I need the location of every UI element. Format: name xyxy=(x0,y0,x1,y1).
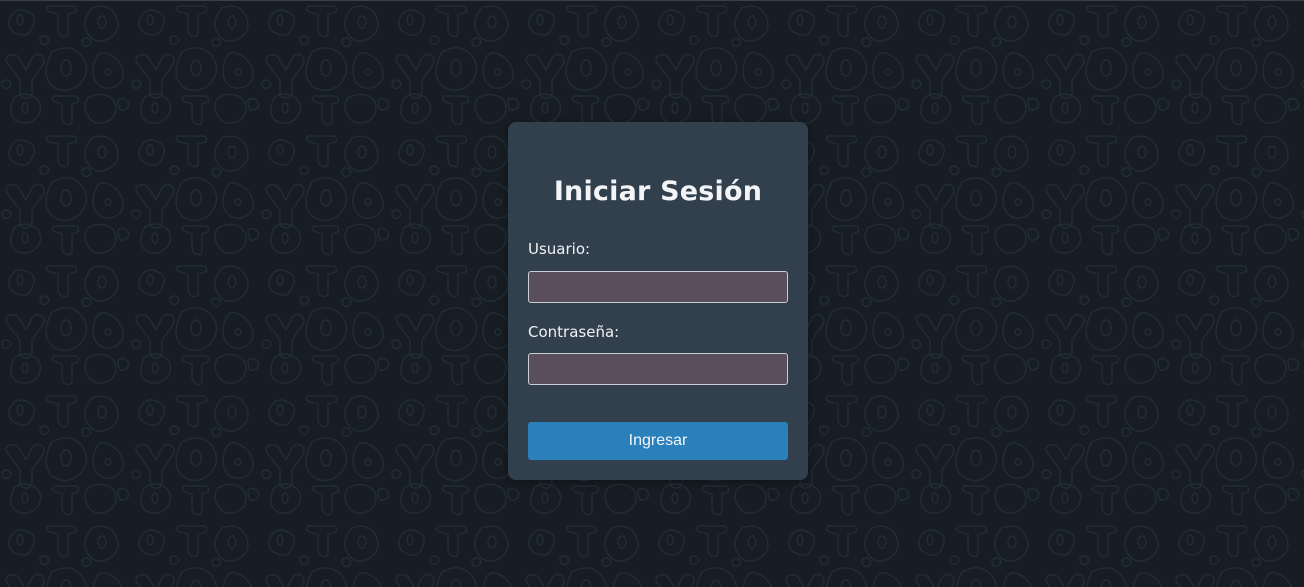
password-input[interactable] xyxy=(528,353,788,385)
login-card: Iniciar Sesión Usuario: Contraseña: Ingr… xyxy=(508,122,808,480)
login-title: Iniciar Sesión xyxy=(553,176,763,207)
password-label: Contraseña: xyxy=(528,323,620,341)
submit-button[interactable]: Ingresar xyxy=(528,422,788,460)
username-input[interactable] xyxy=(528,271,788,303)
username-label: Usuario: xyxy=(528,240,591,258)
